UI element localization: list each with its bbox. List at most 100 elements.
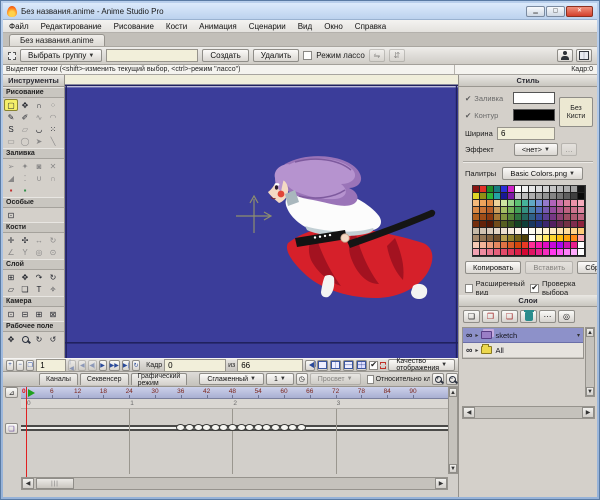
bend-points-tool[interactable]: ◡ xyxy=(32,123,46,135)
freehand-tool[interactable]: ✐ xyxy=(18,111,32,123)
palette-swatch[interactable] xyxy=(550,221,557,228)
verify-selection-checkbox[interactable]: ✔ xyxy=(530,284,539,293)
palette-swatch[interactable] xyxy=(564,186,571,193)
palette-swatch[interactable] xyxy=(564,228,571,235)
view-single-button[interactable] xyxy=(317,360,328,371)
track-camera-tool[interactable]: ⊡ xyxy=(4,308,18,320)
palette-swatch[interactable] xyxy=(571,186,578,193)
scroll-right-arrow[interactable]: ▶ xyxy=(582,407,594,418)
palette-swatch[interactable] xyxy=(529,249,536,256)
timeline-tracks[interactable] xyxy=(21,409,448,474)
palette-swatch[interactable] xyxy=(508,249,515,256)
palette-swatch[interactable] xyxy=(564,249,571,256)
translate-points-tool[interactable]: ✥ xyxy=(18,99,32,111)
palette-swatch[interactable] xyxy=(536,200,543,207)
palette-swatch[interactable] xyxy=(522,249,529,256)
palette-swatch[interactable] xyxy=(501,186,508,193)
palette-swatch[interactable] xyxy=(571,242,578,249)
palette-swatch[interactable] xyxy=(550,242,557,249)
cycle-count-dropdown[interactable]: 1▼ xyxy=(266,373,294,385)
layer-visible-icon[interactable]: ∞ xyxy=(466,330,472,340)
title-bar[interactable]: Без названия.anime - Anime Studio Pro ▁ … xyxy=(3,3,597,20)
palette-swatch[interactable] xyxy=(578,193,585,200)
palette-swatch[interactable] xyxy=(494,193,501,200)
layers-vscrollbar[interactable]: ▲ ▼ xyxy=(585,327,595,397)
palette-swatch[interactable] xyxy=(571,200,578,207)
insert-text-tool[interactable]: T xyxy=(32,283,46,295)
palette-swatch[interactable] xyxy=(536,186,543,193)
palette-swatch[interactable] xyxy=(529,221,536,228)
palette-swatch[interactable] xyxy=(522,207,529,214)
zoom-camera-tool[interactable]: ⊟ xyxy=(18,308,32,320)
palette-swatch[interactable] xyxy=(473,235,480,242)
timeline-tab-motion-graph[interactable]: Графический режим xyxy=(131,373,188,385)
palette-swatch[interactable] xyxy=(508,221,515,228)
palette-swatch[interactable] xyxy=(522,221,529,228)
palette-swatch[interactable] xyxy=(480,200,487,207)
palette-swatch[interactable] xyxy=(522,228,529,235)
palette-swatch[interactable] xyxy=(543,200,550,207)
maximize-button[interactable]: ▢ xyxy=(546,6,565,17)
palette-swatch[interactable] xyxy=(515,221,522,228)
line-width-input[interactable] xyxy=(497,127,555,140)
palette-swatch[interactable] xyxy=(487,228,494,235)
palette-swatch[interactable] xyxy=(536,221,543,228)
menu-item[interactable]: Справка xyxy=(355,22,386,31)
palette-swatch[interactable] xyxy=(557,228,564,235)
forward-end-button[interactable]: ▶| xyxy=(122,360,130,371)
palette-swatch[interactable] xyxy=(550,200,557,207)
palette-swatch[interactable] xyxy=(508,207,515,214)
timeline-vscrollbar[interactable]: ▲ ▼ xyxy=(448,387,458,474)
palette-swatch[interactable] xyxy=(515,193,522,200)
palette-swatch[interactable] xyxy=(571,249,578,256)
current-frame-marker[interactable] xyxy=(28,389,35,397)
palette-swatch[interactable] xyxy=(557,193,564,200)
palette-swatch[interactable] xyxy=(536,249,543,256)
palette-swatch[interactable] xyxy=(480,228,487,235)
palette-swatch[interactable] xyxy=(543,242,550,249)
reference-layer-button[interactable]: ❑ xyxy=(501,310,518,323)
palette-swatch[interactable] xyxy=(536,193,543,200)
palette-swatch[interactable] xyxy=(494,242,501,249)
palette-swatch[interactable] xyxy=(501,207,508,214)
palette-swatch[interactable] xyxy=(487,200,494,207)
palette-swatch[interactable] xyxy=(473,221,480,228)
palette-swatch[interactable] xyxy=(550,228,557,235)
expand-triangle-icon[interactable]: ▸ xyxy=(475,332,478,339)
zoom-workspace-tool[interactable] xyxy=(18,333,32,345)
palette-swatch[interactable] xyxy=(487,221,494,228)
audio-button[interactable] xyxy=(305,360,315,371)
keyframe-marker[interactable] xyxy=(185,424,194,431)
palette-swatch[interactable] xyxy=(487,214,494,221)
timing-button[interactable]: ◷ xyxy=(296,373,308,385)
orbit-workspace-tool[interactable]: ↺ xyxy=(46,333,60,345)
palette-swatch[interactable] xyxy=(571,228,578,235)
menu-item[interactable]: Вид xyxy=(298,22,312,31)
roll-camera-tool[interactable]: ⊞ xyxy=(32,308,46,320)
menu-item[interactable]: Рисование xyxy=(114,22,154,31)
palette-swatch[interactable] xyxy=(536,207,543,214)
palette-swatch[interactable] xyxy=(571,214,578,221)
palette-swatch[interactable] xyxy=(536,235,543,242)
timeline-zoom-out-button[interactable]: − xyxy=(446,373,458,385)
view-split-vertical-button[interactable] xyxy=(330,360,341,371)
palette-swatch[interactable] xyxy=(522,193,529,200)
palette-swatch[interactable] xyxy=(494,221,501,228)
reset-style-button[interactable]: Сбросить xyxy=(577,261,597,274)
keyframe-marker[interactable] xyxy=(228,424,237,431)
palette-swatch[interactable] xyxy=(515,242,522,249)
palette-swatch[interactable] xyxy=(578,249,585,256)
palette-swatch[interactable] xyxy=(557,207,564,214)
palette-swatch[interactable] xyxy=(543,249,550,256)
palette-swatch[interactable] xyxy=(564,221,571,228)
palette-swatch[interactable] xyxy=(480,249,487,256)
new-layer-button[interactable]: ❏ xyxy=(463,310,480,323)
palette-swatch[interactable] xyxy=(515,228,522,235)
scale-layer-tool[interactable]: ✥ xyxy=(18,271,32,283)
palette-swatch[interactable] xyxy=(508,193,515,200)
palette-swatch[interactable] xyxy=(515,214,522,221)
palette-swatch[interactable] xyxy=(543,207,550,214)
document-tab[interactable]: Без названия.anime xyxy=(9,34,105,46)
rotate-layer-z-tool[interactable]: ↻ xyxy=(46,271,60,283)
palette-swatch[interactable] xyxy=(578,207,585,214)
